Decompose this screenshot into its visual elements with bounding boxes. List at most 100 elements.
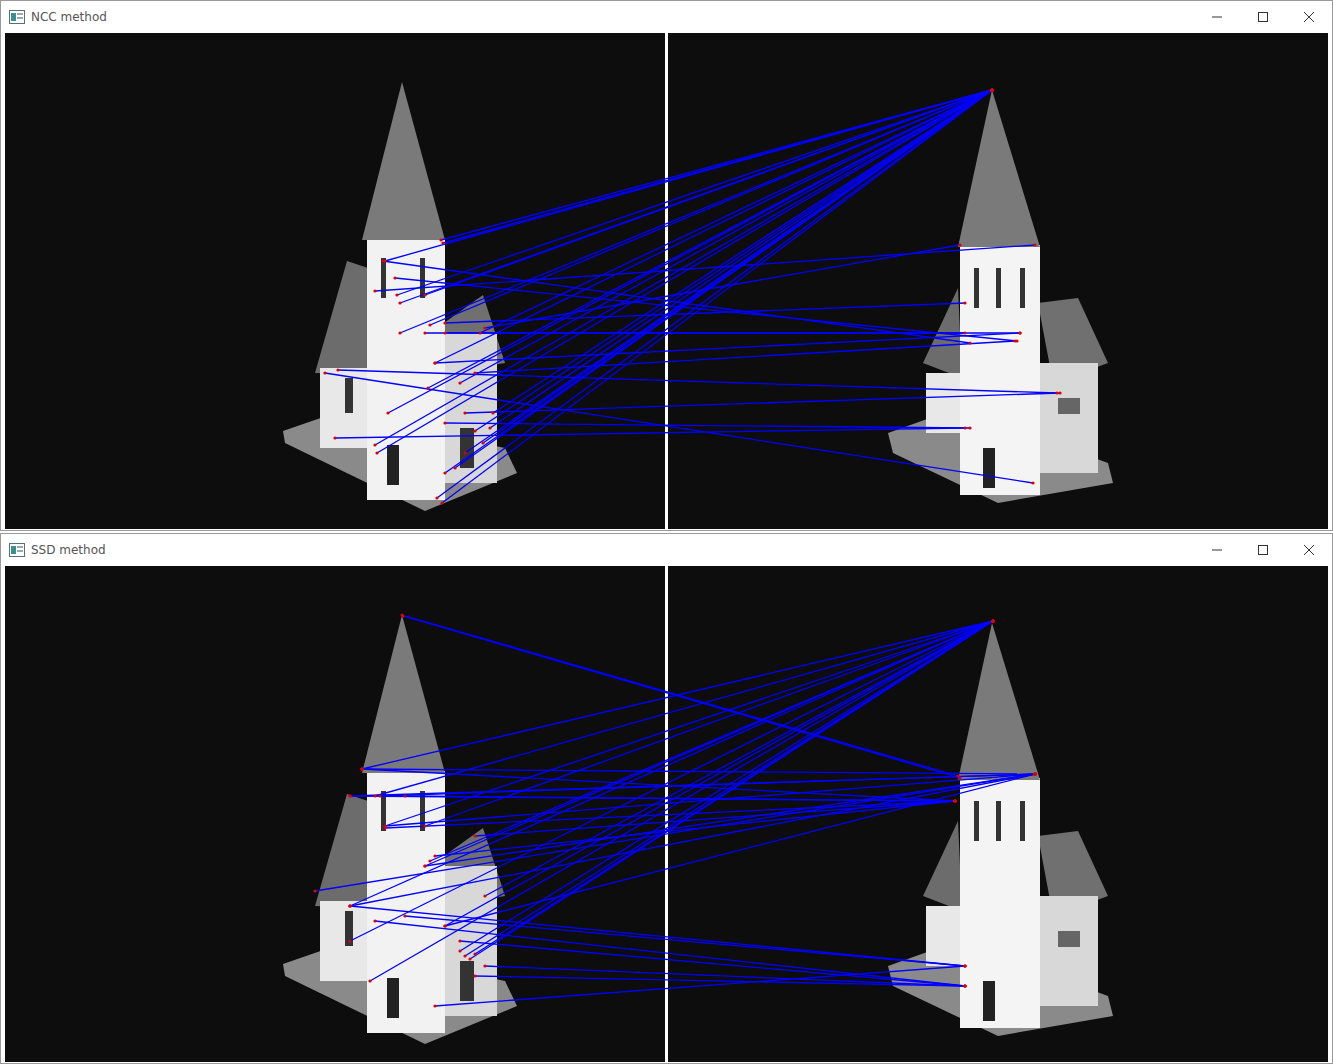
keypoint [463, 954, 466, 957]
keypoint [423, 293, 426, 296]
keypoint [423, 824, 426, 827]
keypoint [348, 939, 351, 942]
keypoint [491, 411, 494, 414]
match-line [375, 921, 965, 986]
keypoint [443, 331, 446, 334]
keypoint [443, 421, 446, 424]
keypoint [1033, 772, 1036, 775]
match-line [435, 90, 992, 363]
keypoint [1018, 331, 1021, 334]
right-church-image [888, 623, 1113, 1036]
keypoint [990, 88, 993, 91]
keypoint [963, 426, 966, 429]
image-background [5, 33, 1328, 529]
keypoint [398, 331, 401, 334]
window-title: NCC method [31, 10, 107, 24]
keypoint [398, 301, 401, 304]
title-bar[interactable]: SSD method [1, 534, 1332, 565]
match-line [455, 90, 992, 468]
keypoint [488, 426, 491, 429]
keypoint [483, 894, 486, 897]
match-line [362, 621, 993, 769]
match-line [435, 801, 955, 856]
keypoint [953, 799, 956, 802]
keypoint [991, 619, 994, 622]
keypoint [426, 386, 429, 389]
keypoint [990, 88, 993, 91]
keypoint [433, 1004, 436, 1007]
keypoint [990, 88, 993, 91]
keypoint [990, 88, 993, 91]
maximize-button[interactable] [1240, 1, 1286, 32]
keypoint [348, 904, 351, 907]
match-line [405, 796, 955, 801]
keypoint [991, 619, 994, 622]
keypoint [1033, 772, 1036, 775]
maximize-icon [1257, 544, 1269, 556]
keypoint [990, 88, 993, 91]
keypoint [483, 964, 486, 967]
match-line [435, 333, 1020, 363]
match-line [475, 621, 993, 954]
match-line [485, 621, 993, 896]
keypoint [423, 864, 426, 867]
keypoint [991, 619, 994, 622]
match-line [425, 621, 993, 866]
keypoint [433, 854, 436, 857]
match-line [385, 801, 955, 828]
keypoint [990, 88, 993, 91]
match-line [485, 245, 960, 328]
keypoint [401, 614, 404, 617]
title-bar[interactable]: NCC method [1, 1, 1332, 32]
keypoint [991, 619, 994, 622]
match-lines [315, 615, 1035, 1006]
match-line [445, 423, 970, 428]
keypoint [453, 466, 456, 469]
match-line [350, 796, 955, 801]
keypoint [990, 88, 993, 91]
match-line [370, 621, 993, 981]
keypoint [348, 794, 351, 797]
keypoint [1033, 243, 1036, 246]
match-view [5, 566, 1328, 1062]
keypoint [348, 904, 351, 907]
keypoint [473, 974, 476, 977]
keypoint [473, 371, 476, 374]
keypoint [458, 939, 461, 942]
close-button[interactable] [1286, 1, 1332, 32]
keypoint [990, 88, 993, 91]
match-line [350, 906, 965, 966]
keypoint [1033, 772, 1036, 775]
keypoint [1055, 391, 1058, 394]
window-title: SSD method [31, 543, 106, 557]
match-line [375, 90, 992, 445]
keypoint [958, 243, 961, 246]
keypoint [990, 88, 993, 91]
keypoint [373, 289, 376, 292]
match-line [445, 332, 965, 333]
match-line [435, 966, 965, 1006]
keypoint [963, 984, 966, 987]
keypoint [443, 924, 446, 927]
keypoint [990, 88, 993, 91]
keypoint [953, 799, 956, 802]
keypoint [443, 321, 446, 324]
keypoint [368, 979, 371, 982]
keypoint [333, 436, 336, 439]
keypoint [963, 964, 966, 967]
maximize-button[interactable] [1240, 534, 1286, 565]
image-window[interactable]: SSD method [0, 533, 1333, 1064]
match-lines [325, 90, 1060, 503]
minimize-button[interactable] [1194, 534, 1240, 565]
keypoint [991, 619, 994, 622]
keypoint [990, 88, 993, 91]
minimize-button[interactable] [1194, 1, 1240, 32]
match-line [335, 428, 965, 438]
keypoint [373, 794, 376, 797]
keypoints [313, 613, 1036, 1007]
keypoint [963, 984, 966, 987]
close-button[interactable] [1286, 534, 1332, 565]
keypoint [953, 799, 956, 802]
image-window[interactable]: NCC method [0, 0, 1333, 531]
close-icon [1303, 544, 1315, 556]
